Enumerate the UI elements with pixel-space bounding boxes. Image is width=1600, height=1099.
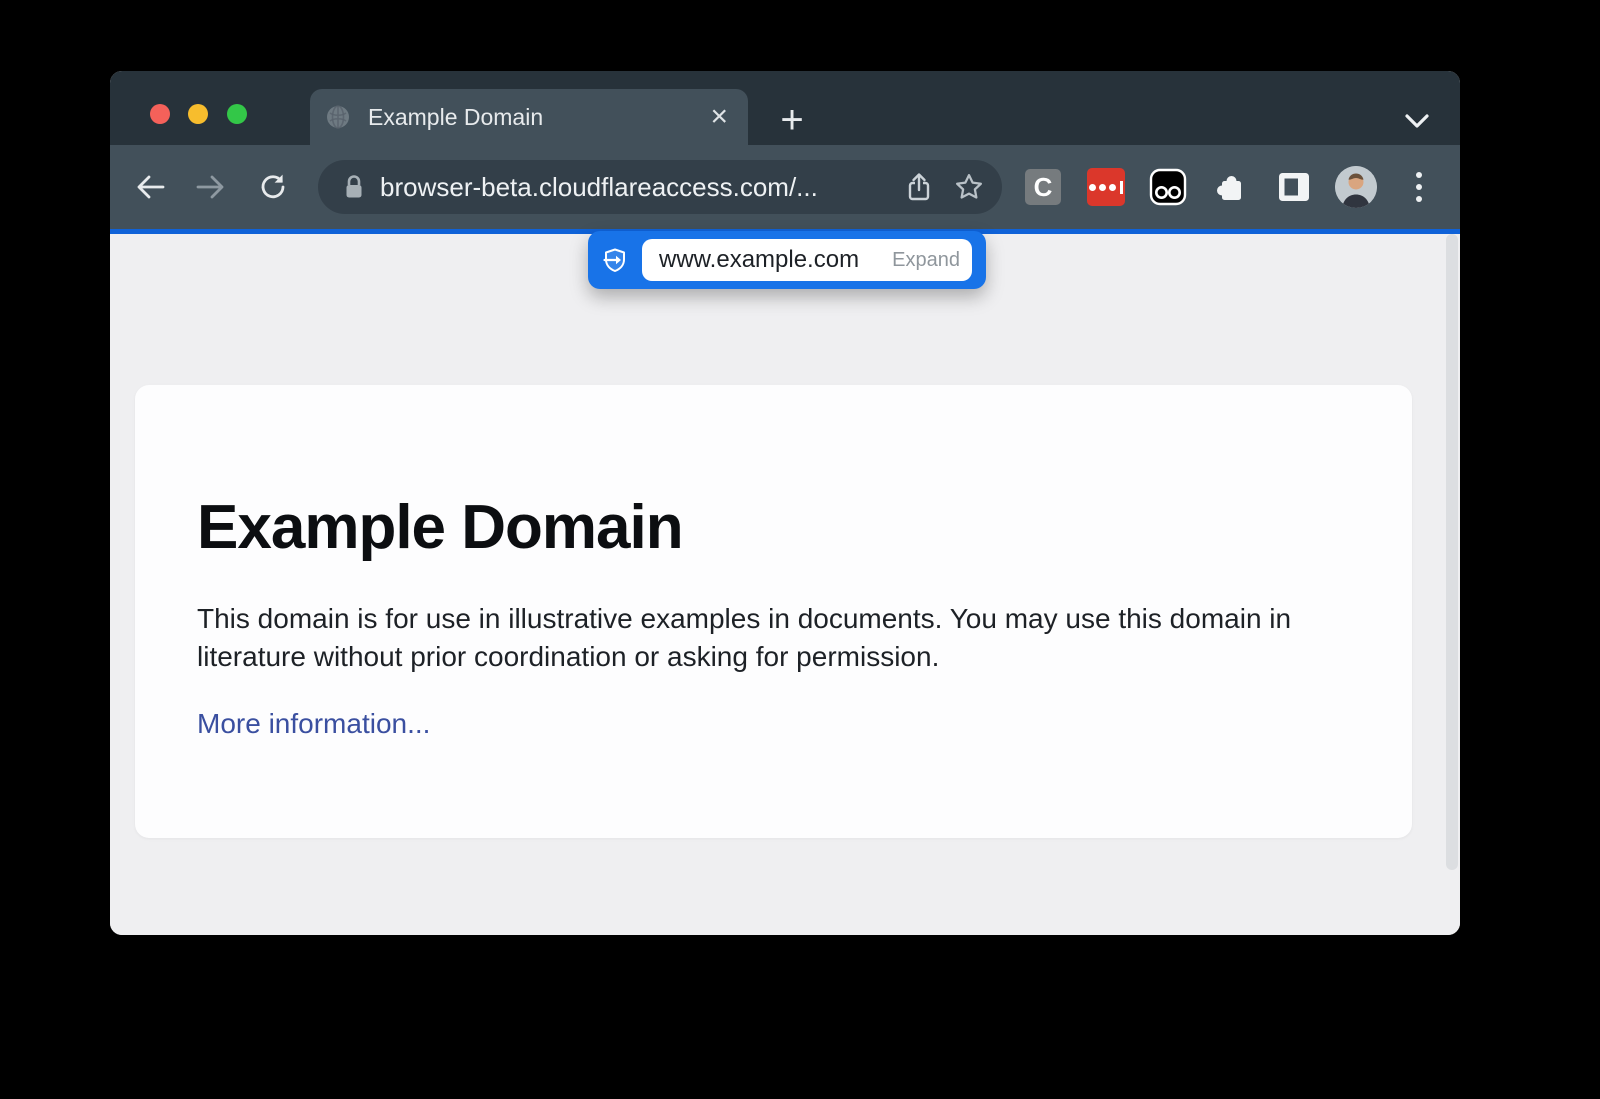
side-panel-icon[interactable] <box>1267 160 1321 214</box>
profile-avatar[interactable] <box>1329 160 1383 214</box>
traffic-light-minimize[interactable] <box>188 104 208 124</box>
extension-icon-c[interactable]: C <box>1016 160 1070 214</box>
bookmark-star-icon[interactable] <box>954 172 984 202</box>
url-text[interactable]: browser-beta.cloudflareaccess.com/... <box>380 172 884 203</box>
desktop-background: Example Domain × + <box>0 0 1600 1099</box>
page-viewport: www.example.com Expand Example Domain Th… <box>110 234 1460 935</box>
share-icon[interactable] <box>906 172 932 202</box>
scrollbar-thumb[interactable] <box>1446 234 1458 870</box>
page-paragraph: This domain is for use in illustrative e… <box>197 600 1350 676</box>
browser-tab[interactable]: Example Domain × <box>310 89 748 145</box>
new-tab-button[interactable]: + <box>772 101 812 141</box>
extensions-row: C <box>1016 157 1446 217</box>
extension-icon-lenses[interactable] <box>1141 160 1195 214</box>
lock-icon[interactable] <box>342 173 366 201</box>
traffic-light-close[interactable] <box>150 104 170 124</box>
browser-toolbar: browser-beta.cloudflareaccess.com/... C <box>110 145 1460 229</box>
shield-arrow-icon <box>588 246 642 274</box>
browser-window: Example Domain × + <box>110 71 1460 935</box>
globe-favicon-icon <box>324 103 352 131</box>
browser-menu-icon[interactable] <box>1392 160 1446 214</box>
content-card: Example Domain This domain is for use in… <box>135 385 1412 838</box>
isolation-url-pill[interactable]: www.example.com Expand <box>588 231 986 289</box>
tab-title: Example Domain <box>368 104 708 131</box>
more-information-link[interactable]: More information... <box>197 708 430 740</box>
address-bar[interactable]: browser-beta.cloudflareaccess.com/... <box>318 160 1002 214</box>
isolation-hostname-field[interactable]: www.example.com Expand <box>642 239 972 281</box>
traffic-light-zoom[interactable] <box>227 104 247 124</box>
expand-button[interactable]: Expand <box>892 249 960 272</box>
reload-button[interactable] <box>253 167 293 207</box>
extension-icon-lastpass[interactable] <box>1079 160 1133 214</box>
isolation-hostname[interactable]: www.example.com <box>659 246 892 274</box>
tab-search-chevron-icon[interactable] <box>1397 101 1437 141</box>
tab-strip: Example Domain × + <box>110 71 1460 145</box>
back-button[interactable] <box>130 167 170 207</box>
forward-button[interactable] <box>191 167 231 207</box>
extensions-puzzle-icon[interactable] <box>1204 160 1258 214</box>
extension-c-label: C <box>1034 172 1053 203</box>
page-title: Example Domain <box>197 495 1412 560</box>
tab-close-icon[interactable]: × <box>708 103 730 131</box>
